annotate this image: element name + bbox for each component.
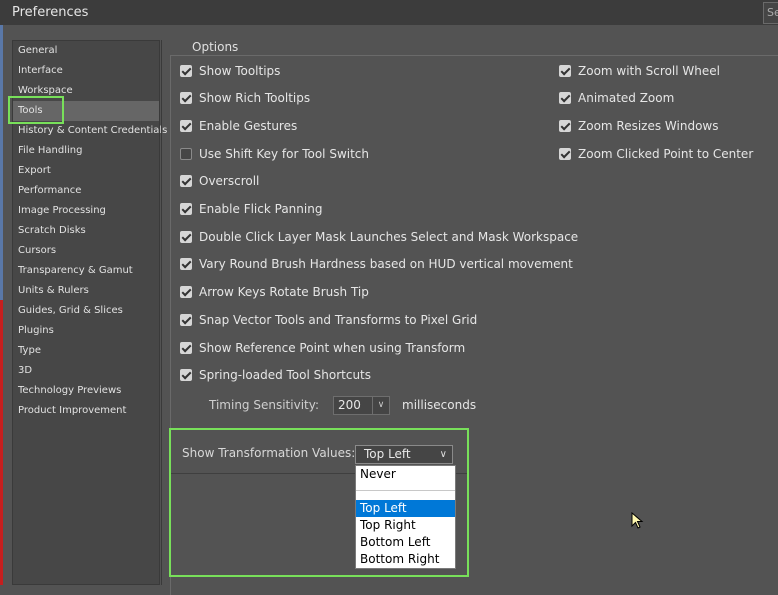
option-show-reference-point[interactable]: Show Reference Point when using Transfor…: [180, 339, 465, 357]
mouse-pointer-icon: [631, 512, 644, 529]
option-show-rich-tooltips[interactable]: Show Rich Tooltips: [180, 89, 310, 107]
option-label: Vary Round Brush Hardness based on HUD v…: [199, 257, 573, 271]
dropdown-option-never[interactable]: Never: [356, 466, 455, 483]
checkbox-checked-icon[interactable]: [180, 175, 192, 187]
sidebar-item-history-content-credentials[interactable]: History & Content Credentials: [13, 121, 167, 141]
option-overscroll[interactable]: Overscroll: [180, 172, 259, 190]
option-label: Zoom with Scroll Wheel: [578, 64, 720, 78]
checkbox-checked-icon[interactable]: [180, 203, 192, 215]
option-enable-gestures[interactable]: Enable Gestures: [180, 117, 297, 135]
option-label: Show Rich Tooltips: [199, 91, 311, 105]
option-label: Enable Gestures: [199, 119, 298, 133]
option-label: Zoom Resizes Windows: [578, 119, 719, 133]
sidebar-item-image-processing[interactable]: Image Processing: [13, 201, 159, 221]
transformation-values-selected: Top Left: [364, 447, 411, 461]
checkbox-checked-icon[interactable]: [180, 286, 192, 298]
option-arrow-keys-rotate-brush[interactable]: Arrow Keys Rotate Brush Tip: [180, 283, 369, 301]
timing-sensitivity-row: Timing Sensitivity: 200 ∨ milliseconds: [209, 395, 476, 415]
panel-divider: [161, 40, 162, 585]
sidebar-item-workspace[interactable]: Workspace: [13, 81, 159, 101]
option-label: Use Shift Key for Tool Switch: [199, 147, 370, 161]
sidebar-item-export[interactable]: Export: [13, 161, 159, 181]
dropdown-option-top-right[interactable]: Top Right: [356, 517, 455, 534]
option-label: Arrow Keys Rotate Brush Tip: [199, 285, 369, 299]
option-label: Zoom Clicked Point to Center: [578, 147, 754, 161]
timing-sensitivity-label: Timing Sensitivity:: [209, 398, 319, 412]
checkbox-unchecked-icon[interactable]: [180, 148, 192, 160]
timing-sensitivity-combo[interactable]: 200 ∨: [333, 395, 390, 415]
transformation-values-select[interactable]: Top Left ∨: [355, 445, 453, 464]
preferences-sidebar: General Interface Workspace Tools Histor…: [12, 40, 167, 585]
option-label: Animated Zoom: [578, 91, 675, 105]
options-legend: Options: [188, 40, 243, 54]
chevron-down-icon: ∨: [439, 449, 447, 460]
option-label: Spring-loaded Tool Shortcuts: [199, 368, 372, 382]
checkbox-checked-icon[interactable]: [180, 342, 192, 354]
show-transformation-values-label: Show Transformation Values:: [182, 446, 356, 460]
checkbox-checked-icon[interactable]: [180, 120, 192, 132]
sidebar-item-product-improvement[interactable]: Product Improvement: [13, 401, 159, 421]
option-snap-vector-tools[interactable]: Snap Vector Tools and Transforms to Pixe…: [180, 311, 477, 329]
option-zoom-scroll-wheel[interactable]: Zoom with Scroll Wheel: [559, 62, 720, 80]
milliseconds-label: milliseconds: [402, 398, 477, 412]
option-enable-flick-panning[interactable]: Enable Flick Panning: [180, 200, 322, 218]
option-label: Double Click Layer Mask Launches Select …: [199, 230, 579, 244]
option-label: Snap Vector Tools and Transforms to Pixe…: [199, 313, 478, 327]
checkbox-checked-icon[interactable]: [180, 92, 192, 104]
background-window-edge: [0, 25, 3, 300]
sidebar-item-units-rulers[interactable]: Units & Rulers: [13, 281, 159, 301]
sidebar-item-general[interactable]: General: [13, 41, 159, 61]
sidebar-item-type[interactable]: Type: [13, 341, 159, 361]
sidebar-item-transparency-gamut[interactable]: Transparency & Gamut: [13, 261, 159, 281]
option-label: Overscroll: [199, 174, 260, 188]
sidebar-item-technology-previews[interactable]: Technology Previews: [13, 381, 159, 401]
option-label: Enable Flick Panning: [199, 202, 323, 216]
sidebar-item-guides-grid-slices[interactable]: Guides, Grid & Slices: [13, 301, 159, 321]
title-bar: Preferences Se: [0, 0, 778, 25]
checkbox-checked-icon[interactable]: [180, 258, 192, 270]
checkbox-checked-icon[interactable]: [180, 65, 192, 77]
checkbox-checked-icon[interactable]: [180, 314, 192, 326]
sidebar-item-3d[interactable]: 3D: [13, 361, 159, 381]
sidebar-item-interface[interactable]: Interface: [13, 61, 159, 81]
option-label: Show Tooltips: [199, 64, 281, 78]
dropdown-option-top-left[interactable]: Top Left: [356, 500, 455, 517]
option-vary-round-brush-hardness[interactable]: Vary Round Brush Hardness based on HUD v…: [180, 255, 573, 273]
dropdown-option-bottom-right[interactable]: Bottom Right: [356, 551, 455, 568]
option-double-click-layer-mask[interactable]: Double Click Layer Mask Launches Select …: [180, 228, 578, 246]
timing-sensitivity-value: 200: [338, 398, 361, 412]
chevron-down-icon[interactable]: ∨: [372, 396, 389, 414]
window-title: Preferences: [12, 5, 89, 20]
sidebar-item-cursors[interactable]: Cursors: [13, 241, 159, 261]
checkbox-checked-icon[interactable]: [559, 65, 571, 77]
checkbox-checked-icon[interactable]: [559, 92, 571, 104]
sidebar-item-tools[interactable]: Tools: [13, 101, 159, 121]
option-zoom-resizes-windows[interactable]: Zoom Resizes Windows: [559, 117, 719, 135]
background-window-edge-red: [0, 300, 3, 585]
transformation-values-dropdown-list: Never Top Left Top Right Bottom Left Bot…: [355, 465, 456, 569]
option-label: Show Reference Point when using Transfor…: [199, 341, 466, 355]
option-spring-loaded-shortcuts[interactable]: Spring-loaded Tool Shortcuts: [180, 366, 371, 384]
dropdown-separator: [356, 490, 455, 491]
checkbox-checked-icon[interactable]: [559, 120, 571, 132]
sidebar-item-plugins[interactable]: Plugins: [13, 321, 159, 341]
checkbox-checked-icon[interactable]: [559, 148, 571, 160]
sidebar-item-file-handling[interactable]: File Handling: [13, 141, 159, 161]
sidebar-item-scratch-disks[interactable]: Scratch Disks: [13, 221, 159, 241]
option-use-shift-key[interactable]: Use Shift Key for Tool Switch: [180, 145, 369, 163]
checkbox-checked-icon[interactable]: [180, 231, 192, 243]
option-animated-zoom[interactable]: Animated Zoom: [559, 89, 674, 107]
option-zoom-clicked-point[interactable]: Zoom Clicked Point to Center: [559, 145, 753, 163]
search-input[interactable]: Se: [763, 2, 778, 24]
option-show-tooltips[interactable]: Show Tooltips: [180, 62, 280, 80]
dropdown-option-bottom-left[interactable]: Bottom Left: [356, 534, 455, 551]
checkbox-checked-icon[interactable]: [180, 369, 192, 381]
sidebar-item-performance[interactable]: Performance: [13, 181, 159, 201]
